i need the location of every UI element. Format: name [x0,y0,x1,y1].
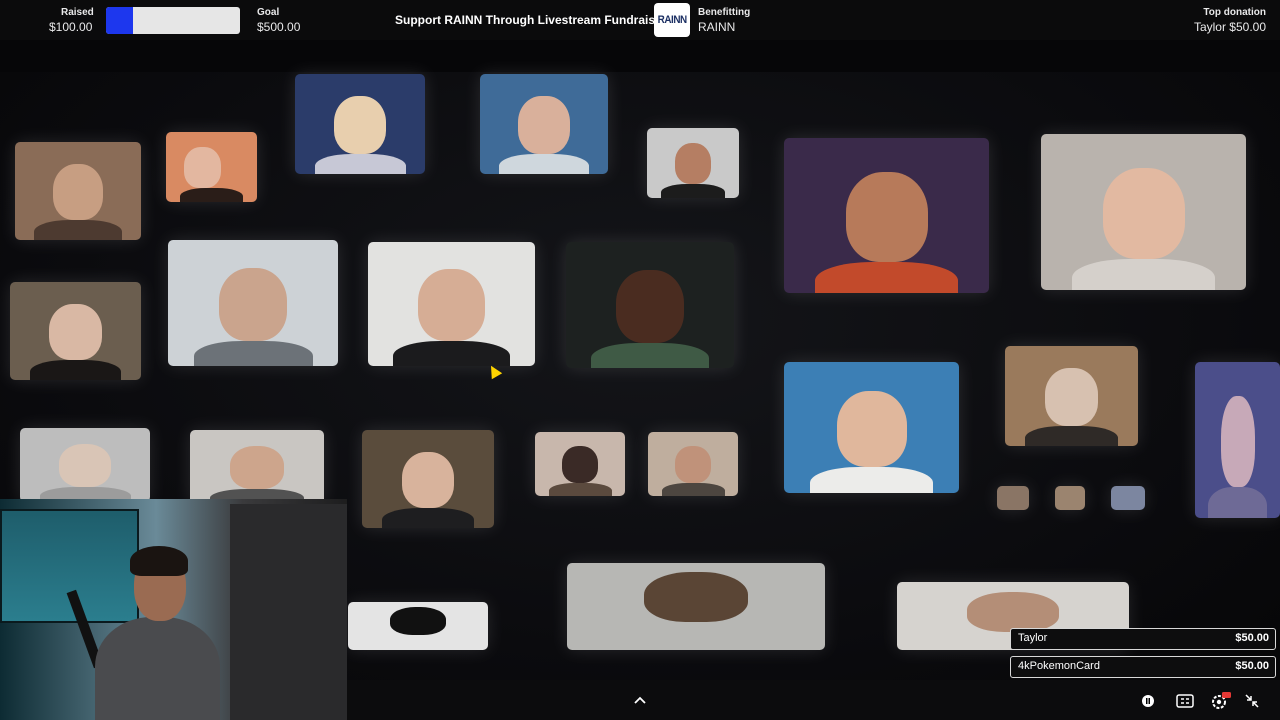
streamer-body [95,617,220,720]
video-tile [566,242,734,368]
video-tile [1195,362,1280,518]
video-tile [295,74,425,174]
donation-item: Taylor $50.00 [1010,628,1276,650]
rainn-logo: RAINN [654,3,690,37]
video-tile [368,242,535,366]
video-tile [1055,486,1085,510]
benefitting-value: RAINN [698,20,736,34]
raised-value: $100.00 [49,20,93,34]
video-tile [1005,346,1138,446]
video-tile [168,240,338,366]
webcam-bookshelf [230,504,347,720]
fundraiser-progress-bar [106,7,240,34]
video-tile [648,432,738,496]
video-tile [480,74,608,174]
donor-name: 4kPokemonCard [1018,660,1100,672]
video-tile [348,602,488,650]
fundraiser-title: Support RAINN Through Livestream Fundrai… [395,13,674,27]
gear-icon[interactable] [1209,691,1231,711]
video-tile [15,142,141,240]
streamer-hair [130,546,188,576]
video-tile [1111,486,1145,510]
top-donation-value: Taylor $50.00 [1193,20,1266,34]
logo-text: RAINN [657,14,687,26]
video-tile [362,430,494,528]
goal-label: Goal [257,7,280,18]
webcam-background-window [0,509,139,623]
video-tile [567,563,825,650]
donor-name: Taylor [1018,632,1048,644]
video-tile [997,486,1029,510]
pause-icon[interactable] [1138,691,1158,711]
fundraiser-bar: Raised $100.00 Goal $500.00 Support RAIN… [0,0,1280,40]
minimize-icon[interactable] [1242,691,1262,711]
video-tile [535,432,625,496]
video-tile [20,428,150,502]
video-tile [1041,134,1246,290]
video-tile [647,128,739,198]
progress-fill [106,7,133,34]
video-tile [784,138,989,293]
benefitting-label: Benefitting [698,7,751,18]
chevron-up-icon[interactable] [632,690,648,710]
donation-amount: $50.00 [1235,632,1269,644]
cc-icon[interactable] [1175,691,1195,711]
streamer-webcam [0,499,347,720]
top-donation-label: Top donation [1203,7,1266,18]
donation-item: 4kPokemonCard $50.00 [1010,656,1276,678]
donation-amount: $50.00 [1235,660,1269,672]
video-tile [10,282,141,380]
raised-label: Raised [61,7,94,18]
video-tile [190,430,324,504]
video-tile [166,132,257,202]
video-tile [784,362,959,493]
goal-value: $500.00 [257,20,301,34]
